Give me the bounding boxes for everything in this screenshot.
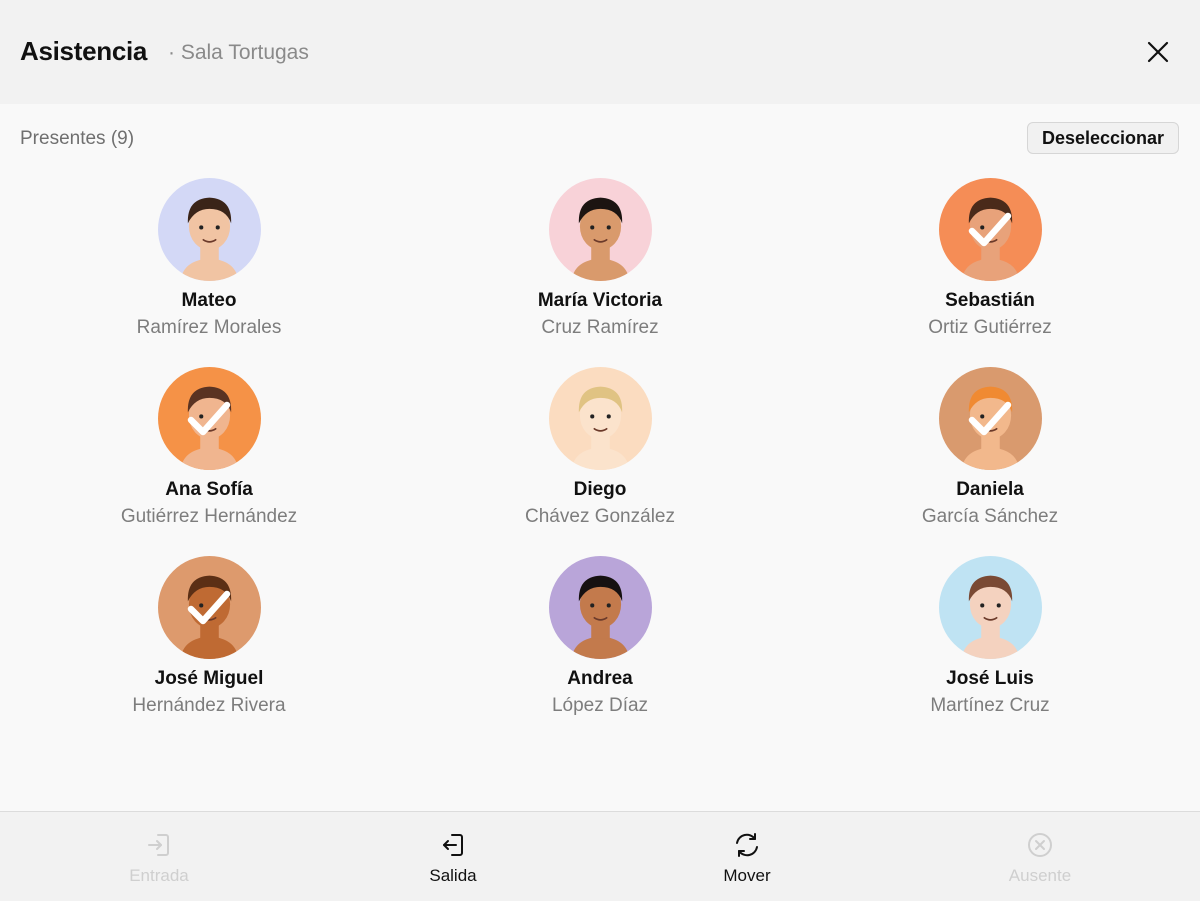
student-last-name: García Sánchez — [921, 506, 1059, 527]
student-portrait-image — [157, 367, 261, 470]
student-first-name: María Victoria — [537, 290, 663, 311]
avatar — [157, 178, 261, 281]
avatar — [548, 178, 652, 281]
student-portrait-image — [548, 367, 652, 470]
student-card[interactable]: Sebastián Ortiz Gutiérrez — [840, 178, 1140, 348]
student-first-name: José Luis — [946, 668, 1034, 689]
student-first-name: Diego — [573, 479, 627, 500]
ausente-label: Ausente — [1008, 866, 1072, 885]
avatar — [548, 556, 652, 659]
student-card[interactable]: José Miguel Hernández Rivera — [59, 556, 359, 726]
avatar — [938, 367, 1042, 470]
entrada-button[interactable]: Entrada — [79, 830, 239, 886]
student-portrait-image — [938, 556, 1042, 659]
avatar — [157, 556, 261, 659]
student-last-name: López Díaz — [551, 695, 649, 716]
student-card[interactable]: Mateo Ramírez Morales — [59, 178, 359, 348]
student-first-name: Ana Sofía — [165, 479, 253, 500]
mover-label: Mover — [723, 866, 771, 885]
student-last-name: Ortiz Gutiérrez — [928, 317, 1052, 338]
student-first-name: Sebastián — [945, 290, 1035, 311]
student-last-name: Chávez González — [525, 506, 675, 527]
entrada-icon — [148, 834, 169, 856]
salida-button[interactable]: Salida — [373, 830, 533, 886]
student-last-name: Cruz Ramírez — [541, 317, 659, 338]
ausente-button[interactable]: Ausente — [960, 830, 1120, 886]
student-portrait-image — [938, 367, 1042, 470]
student-portrait-image — [157, 178, 261, 281]
salida-icon — [443, 834, 463, 856]
ausente-icon — [1028, 833, 1052, 857]
student-card[interactable]: Diego Chávez González — [450, 367, 750, 537]
student-card[interactable]: Ana Sofía Gutiérrez Hernández — [59, 367, 359, 537]
mover-button[interactable]: Mover — [667, 830, 827, 886]
student-first-name: José Miguel — [154, 668, 264, 689]
student-portrait-image — [157, 556, 261, 659]
student-last-name: Ramírez Morales — [136, 317, 282, 338]
entrada-label: Entrada — [129, 866, 189, 885]
mover-icon — [736, 833, 758, 857]
avatar — [548, 367, 652, 470]
student-last-name: Martínez Cruz — [930, 695, 1050, 716]
avatar — [157, 367, 261, 470]
student-card[interactable]: Daniela García Sánchez — [840, 367, 1140, 537]
student-card[interactable]: Andrea López Díaz — [450, 556, 750, 726]
student-first-name: Andrea — [567, 668, 633, 689]
student-last-name: Gutiérrez Hernández — [120, 506, 298, 527]
action-toolbar: Entrada Salida Mover Ausente — [0, 811, 1200, 901]
student-first-name: Daniela — [956, 479, 1024, 500]
salida-label: Salida — [429, 866, 477, 885]
student-portrait-image — [548, 178, 652, 281]
student-portrait-image — [938, 178, 1042, 281]
student-first-name: Mateo — [181, 290, 237, 311]
student-portrait-image — [548, 556, 652, 659]
avatar — [938, 556, 1042, 659]
avatar — [938, 178, 1042, 281]
student-card[interactable]: José Luis Martínez Cruz — [840, 556, 1140, 726]
student-last-name: Hernández Rivera — [132, 695, 286, 716]
student-card[interactable]: María Victoria Cruz Ramírez — [450, 178, 750, 348]
student-grid: Mateo Ramírez Morales María Victoria Cru… — [0, 0, 1200, 800]
